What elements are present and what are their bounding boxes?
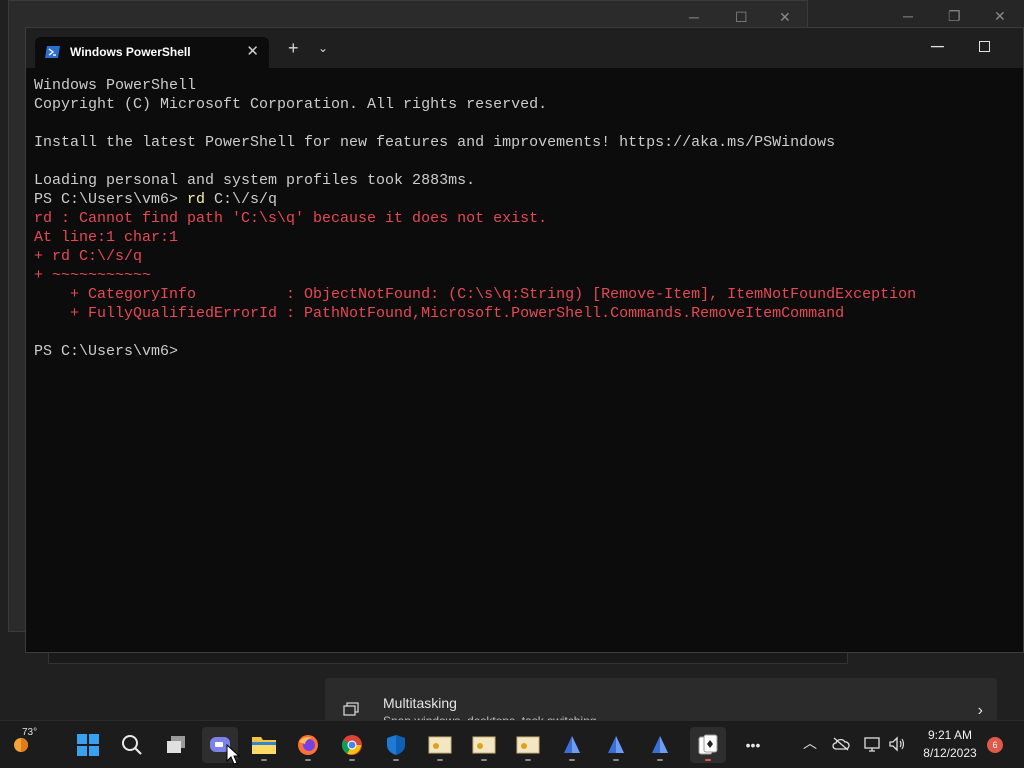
minimize-icon[interactable]: ─ xyxy=(903,8,913,24)
multitasking-setting[interactable]: Multitasking Snap windows, desktops, tas… xyxy=(325,678,997,722)
error-line: At line:1 char:1 xyxy=(34,229,179,246)
task-view-button[interactable] xyxy=(158,727,194,763)
new-tab-button[interactable]: + xyxy=(288,38,299,59)
running-indicator xyxy=(349,759,355,761)
tab-windows-powershell[interactable]: Windows PowerShell ✕ xyxy=(35,37,269,68)
running-indicator xyxy=(393,759,399,761)
multitasking-icon xyxy=(343,702,359,716)
firefox-button[interactable] xyxy=(290,727,326,763)
certificate-app-button[interactable] xyxy=(422,727,458,763)
app-button[interactable] xyxy=(554,727,590,763)
app-button[interactable] xyxy=(598,727,634,763)
clock-date[interactable]: 8/12/2023 xyxy=(918,746,982,760)
chrome-icon xyxy=(341,735,362,755)
file-explorer-button[interactable] xyxy=(246,727,282,763)
app-button[interactable] xyxy=(642,727,678,763)
sail-app-icon xyxy=(608,736,624,753)
notification-badge[interactable]: 6 xyxy=(987,737,1003,753)
search-button[interactable] xyxy=(114,727,150,763)
error-line: + ~~~~~~~~~~~ xyxy=(34,267,152,284)
command-name: rd xyxy=(187,191,206,208)
tab-title: Windows PowerShell xyxy=(70,45,191,59)
console-prompt-line: PS C:\Users\vm6> xyxy=(34,343,179,360)
running-indicator xyxy=(569,759,575,761)
terminal-titlebar[interactable]: Windows PowerShell ✕ + ⌄ ─ xyxy=(26,28,1023,68)
start-button[interactable] xyxy=(70,727,106,763)
running-indicator xyxy=(705,759,711,761)
windows-logo-icon xyxy=(77,734,99,756)
task-view-icon xyxy=(167,736,185,753)
certificate-icon xyxy=(428,736,452,754)
restore-icon[interactable]: ❐ xyxy=(948,8,961,25)
running-indicator xyxy=(481,759,487,761)
close-icon[interactable]: ✕ xyxy=(779,9,791,26)
chevron-up-icon[interactable]: ︿ xyxy=(803,733,817,753)
running-indicator xyxy=(437,759,443,761)
running-indicator xyxy=(305,759,311,761)
tab-close-icon[interactable]: ✕ xyxy=(246,42,259,60)
error-line: + FullyQualifiedErrorId : PathNotFound,M… xyxy=(34,305,845,322)
terminal-window[interactable]: Windows PowerShell ✕ + ⌄ ─ Windows Power… xyxy=(25,27,1024,653)
running-indicator xyxy=(657,759,663,761)
cloud-offline-icon[interactable] xyxy=(832,737,850,751)
network-icon[interactable] xyxy=(864,736,882,752)
certificate-icon xyxy=(516,736,540,754)
volume-icon[interactable] xyxy=(888,736,906,752)
running-indicator xyxy=(525,759,531,761)
running-indicator xyxy=(261,759,267,761)
prompt: PS C:\Users\vm6> xyxy=(34,191,188,208)
firefox-icon xyxy=(298,735,318,755)
console-output[interactable]: Windows PowerShell Copyright (C) Microsof… xyxy=(34,76,916,361)
more-apps-button[interactable]: ••• xyxy=(735,727,771,763)
sail-app-icon xyxy=(564,736,580,753)
console-command-line: PS C:\Users\vm6> rd C:\/s/q xyxy=(34,190,916,209)
chrome-button[interactable] xyxy=(334,727,370,763)
taskbar: 73° ••• ︿ 9:21 AM 8/12/2023 6 xyxy=(0,720,1024,768)
chevron-right-icon: › xyxy=(977,702,983,719)
minimize-icon[interactable]: ─ xyxy=(689,9,699,25)
shield-icon xyxy=(387,735,405,755)
mouse-cursor-icon xyxy=(226,744,240,765)
certificate-app-button[interactable] xyxy=(466,727,502,763)
search-icon xyxy=(122,735,142,755)
powershell-icon xyxy=(45,46,60,58)
solitaire-button[interactable] xyxy=(690,727,726,763)
certificate-app-button[interactable] xyxy=(510,727,546,763)
command-args: C:\/s/q xyxy=(205,191,278,208)
error-line: + CategoryInfo : ObjectNotFound: (C:\s\q… xyxy=(34,286,917,303)
running-indicator xyxy=(613,759,619,761)
folder-icon xyxy=(252,737,276,754)
console-line: Install the latest PowerShell for new fe… xyxy=(34,134,836,151)
weather-temperature[interactable]: 73° xyxy=(22,727,37,738)
multitasking-title: Multitasking xyxy=(383,695,457,711)
sail-app-icon xyxy=(652,736,668,753)
maximize-button[interactable] xyxy=(979,41,990,52)
console-line: Loading personal and system profiles too… xyxy=(34,172,476,189)
defender-button[interactable] xyxy=(378,727,414,763)
console-line: Windows PowerShell xyxy=(34,77,197,94)
maximize-icon[interactable]: ☐ xyxy=(735,9,748,26)
error-line: + rd C:\/s/q xyxy=(34,248,143,265)
close-icon[interactable]: ✕ xyxy=(994,8,1006,25)
chevron-down-icon[interactable]: ⌄ xyxy=(318,41,328,55)
certificate-icon xyxy=(472,736,496,754)
error-line: rd : Cannot find path 'C:\s\q' because i… xyxy=(34,210,548,227)
cards-icon xyxy=(698,734,718,755)
background-window-edge xyxy=(48,652,848,664)
clock-time[interactable]: 9:21 AM xyxy=(920,728,980,742)
console-line: Copyright (C) Microsoft Corporation. All… xyxy=(34,96,548,113)
minimize-button[interactable]: ─ xyxy=(931,36,944,57)
